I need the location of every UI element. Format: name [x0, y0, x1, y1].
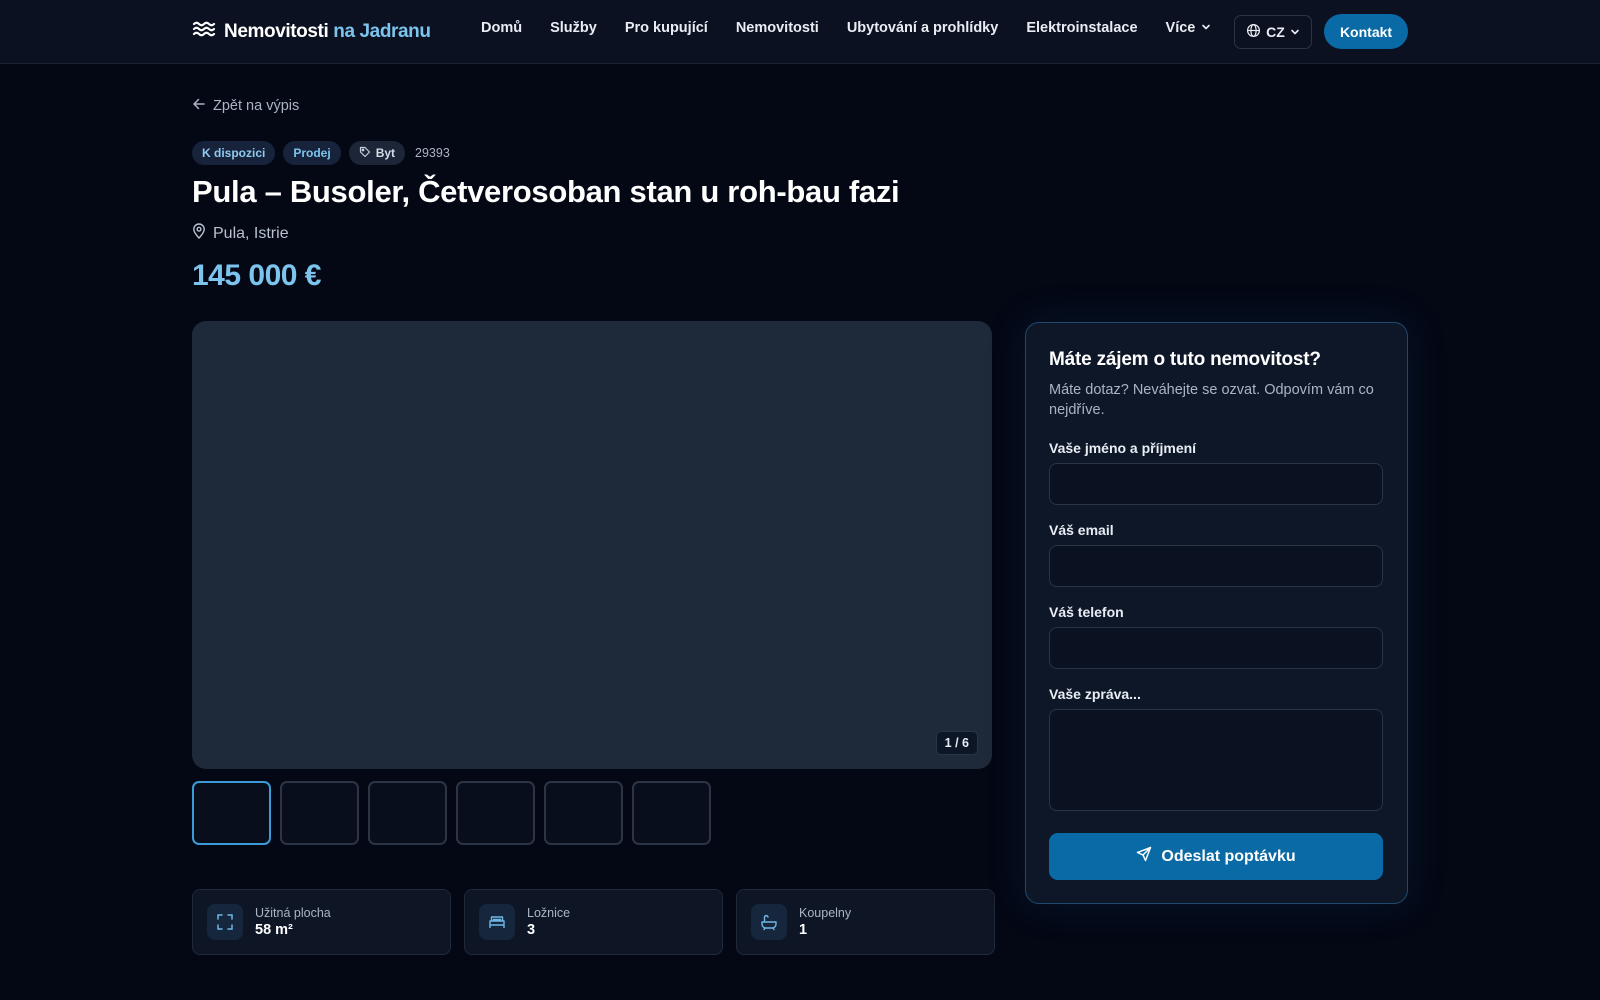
message-field-label: Vaše zpráva...	[1049, 686, 1141, 702]
phone-input[interactable]	[1049, 627, 1383, 669]
tag-icon	[359, 146, 371, 161]
page-title: Pula – Busoler, Četverosoban stan u roh-…	[192, 174, 900, 209]
gallery-thumbnail[interactable]	[544, 781, 623, 845]
chevron-down-icon	[1290, 24, 1300, 40]
map-pin-icon	[192, 223, 206, 244]
stat-value: 58 m²	[255, 922, 293, 938]
stat-label: Koupelny	[799, 906, 852, 920]
gallery-thumbnail[interactable]	[280, 781, 359, 845]
property-type-badge: Byt	[348, 141, 406, 165]
site-logo[interactable]: Nemovitosti na Jadranu	[192, 18, 431, 46]
nav-item-services[interactable]: Služby	[550, 20, 597, 36]
submit-label: Odeslat poptávku	[1161, 847, 1296, 865]
gallery-counter: 1 / 6	[935, 731, 978, 755]
arrow-left-icon	[192, 97, 206, 115]
waves-icon	[192, 20, 216, 44]
main-nav: Domů Služby Pro kupující Nemovitosti Uby…	[481, 20, 1239, 36]
listing-badges: K dispozici Prodej Byt 29393	[192, 141, 450, 165]
stat-value: 1	[799, 922, 808, 938]
gallery-thumbnail[interactable]	[632, 781, 711, 845]
nav-item-home[interactable]: Domů	[481, 20, 522, 36]
bed-icon	[479, 904, 515, 940]
deal-type-badge: Prodej	[283, 141, 341, 165]
reference-number: 29393	[415, 146, 450, 160]
name-field-label: Vaše jméno a příjmení	[1049, 440, 1197, 456]
property-stats: Užitná plocha 58 m² Ložnice 3 Koupelny 1	[192, 889, 995, 955]
nav-item-properties[interactable]: Nemovitosti	[736, 20, 819, 36]
contact-button[interactable]: Kontakt	[1324, 14, 1408, 49]
phone-field-label: Váš telefon	[1049, 604, 1124, 620]
stat-card-bathrooms: Koupelny 1	[736, 889, 995, 955]
name-input[interactable]	[1049, 463, 1383, 505]
form-title: Máte zájem o tuto nemovitost?	[1049, 349, 1321, 370]
site-header: Nemovitosti na Jadranu Domů Služby Pro k…	[0, 0, 1600, 64]
form-subtitle: Máte dotaz? Neváhejte se ozvat. Odpovím …	[1049, 382, 1374, 418]
logo-text-main: Nemovitosti	[224, 21, 329, 42]
email-input[interactable]	[1049, 545, 1383, 587]
message-textarea[interactable]	[1049, 709, 1383, 811]
location-text: Pula, Istrie	[213, 224, 289, 242]
listing-price: 145 000 €	[192, 259, 321, 292]
language-selector[interactable]: CZ	[1234, 15, 1312, 49]
nav-item-buyers[interactable]: Pro kupující	[625, 20, 708, 36]
nav-item-accommodation[interactable]: Ubytování a prohlídky	[847, 20, 998, 36]
stat-card-bedrooms: Ložnice 3	[464, 889, 723, 955]
stat-label: Ložnice	[527, 906, 571, 920]
back-link-label: Zpět na výpis	[213, 98, 300, 114]
chevron-down-icon	[1201, 20, 1211, 36]
area-icon	[207, 904, 243, 940]
bath-icon	[751, 904, 787, 940]
logo-text-accent: na Jadranu	[333, 21, 431, 42]
submit-inquiry-button[interactable]: Odeslat poptávku	[1049, 833, 1383, 880]
photo-gallery-main[interactable]: 1 / 6	[192, 321, 992, 769]
email-field-label: Váš email	[1049, 522, 1114, 538]
send-icon	[1136, 846, 1152, 867]
nav-item-more[interactable]: Více	[1166, 20, 1212, 36]
gallery-thumbnail[interactable]	[192, 781, 271, 845]
listing-location: Pula, Istrie	[192, 223, 289, 244]
gallery-thumbnail[interactable]	[368, 781, 447, 845]
globe-icon	[1246, 23, 1261, 41]
stat-label: Užitná plocha	[255, 906, 331, 920]
nav-item-electrical[interactable]: Elektroinstalace	[1026, 20, 1137, 36]
language-code: CZ	[1266, 24, 1285, 40]
back-to-list-link[interactable]: Zpět na výpis	[192, 97, 299, 115]
gallery-thumbnail[interactable]	[456, 781, 535, 845]
inquiry-form: Máte zájem o tuto nemovitost? Máte dotaz…	[1025, 322, 1408, 904]
availability-badge: K dispozici	[192, 141, 276, 165]
stat-value: 3	[527, 922, 536, 938]
stat-card-area: Užitná plocha 58 m²	[192, 889, 451, 955]
gallery-thumbnails	[192, 781, 711, 845]
